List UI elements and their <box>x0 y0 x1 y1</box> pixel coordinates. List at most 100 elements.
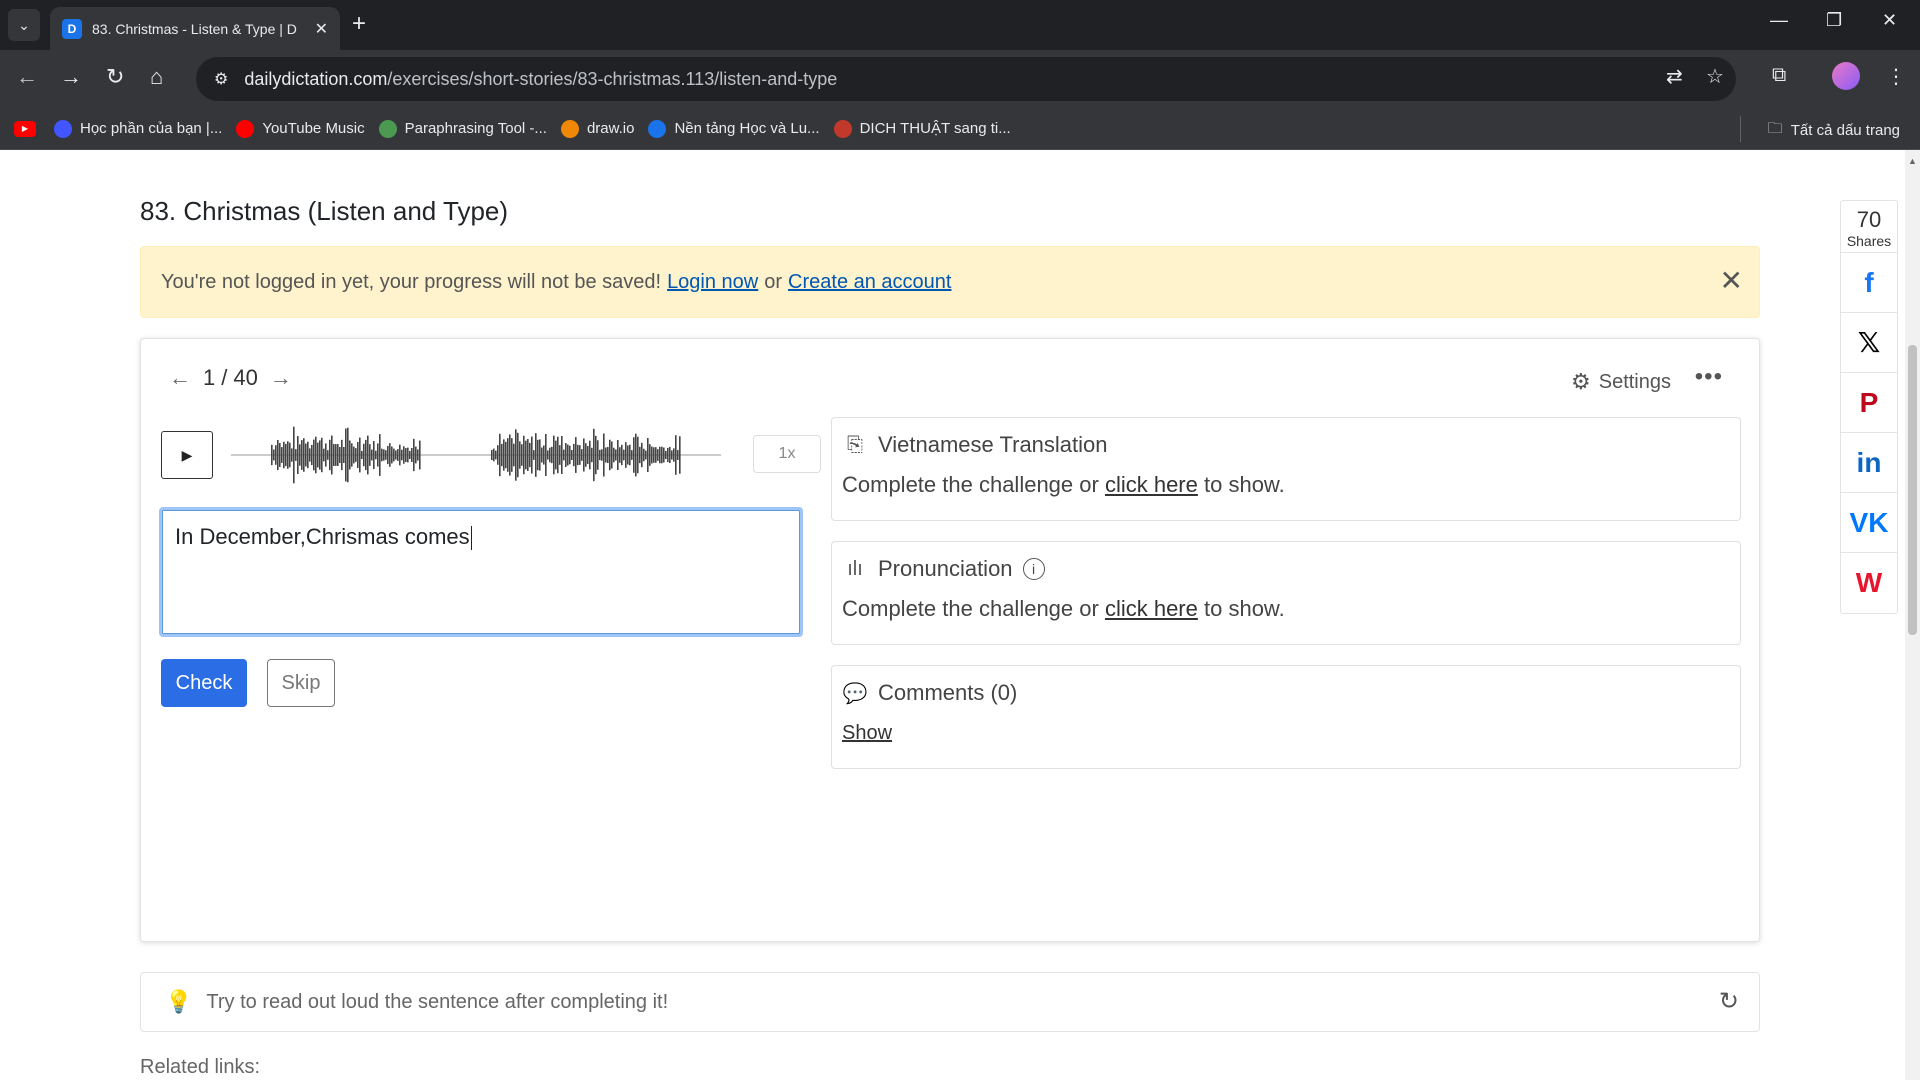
waveform-bar <box>277 439 279 471</box>
audio-player: ▶ 1x <box>161 426 821 484</box>
weibo-icon[interactable]: W <box>1841 553 1897 613</box>
waveform-bar <box>307 441 309 469</box>
bookmark-item[interactable]: draw.io <box>560 119 635 138</box>
browser-tab-active[interactable]: D 83. Christmas - Listen & Type | D ✕ <box>50 7 340 50</box>
waveform-bar <box>387 445 389 465</box>
quillbot-icon <box>378 119 397 138</box>
waveform-bar <box>399 444 401 466</box>
waveform-bar <box>405 448 407 462</box>
create-account-link[interactable]: Create an account <box>788 271 951 294</box>
waveform-bar <box>383 449 385 461</box>
tip-box: 💡 Try to read out loud the sentence afte… <box>140 972 1760 1032</box>
check-button[interactable]: Check <box>161 659 247 707</box>
show-comments-link[interactable]: Show <box>842 722 892 744</box>
page-scrollbar[interactable]: ▲ <box>1905 150 1920 1080</box>
waveform-bar <box>333 444 335 466</box>
waveform-bar <box>337 444 339 466</box>
waveform-bar <box>507 438 509 472</box>
playback-speed-button[interactable]: 1x <box>753 435 821 473</box>
bookmarks-bar: ▶ Học phần của bạn |... YouTube Music Parap… <box>0 108 1920 150</box>
back-icon[interactable]: ← <box>16 64 38 90</box>
bookmark-item[interactable]: Học phần của bạn |... <box>54 119 222 138</box>
waveform-bar <box>563 449 565 461</box>
settings-button[interactable]: ⚙ Settings <box>1571 369 1671 395</box>
forward-icon[interactable]: → <box>60 64 82 90</box>
waveform-bar <box>343 447 345 463</box>
tab-title: 83. Christmas - Listen & Type | D <box>92 20 297 37</box>
translate-page-icon[interactable]: ⇄ <box>1666 64 1683 89</box>
waveform-bar <box>411 448 413 462</box>
minimize-icon[interactable]: — <box>1770 10 1788 31</box>
bookmark-item[interactable]: Paraphrasing Tool -... <box>378 119 547 138</box>
bookmark-item[interactable]: DICH THUẬT sang ti... <box>833 119 1011 138</box>
bookmark-item[interactable]: YouTube Music <box>236 119 365 138</box>
reload-icon[interactable]: ↻ <box>106 64 124 90</box>
waveform-bar <box>493 448 495 462</box>
waveform-bar <box>413 438 415 472</box>
waveform-bar <box>275 445 277 465</box>
waveform-bar <box>393 448 395 462</box>
waveform-bar <box>669 446 671 464</box>
facebook-icon[interactable]: f <box>1841 253 1897 313</box>
pinterest-icon[interactable]: P <box>1841 373 1897 433</box>
waveform-bar <box>595 435 597 475</box>
waveform-bar <box>625 442 627 468</box>
close-alert-icon[interactable]: ✕ <box>1720 267 1743 295</box>
pronunciation-panel: ılı Pronunciation i Complete the challenge… <box>831 541 1741 645</box>
waveform-bar <box>345 428 347 482</box>
platform-icon <box>648 119 667 138</box>
waveform-bar <box>311 444 313 466</box>
home-icon[interactable]: ⌂ <box>150 64 163 90</box>
x-twitter-icon[interactable]: 𝕏 <box>1841 313 1897 373</box>
waveform-bar <box>495 450 497 460</box>
translate-icon: ⎘ <box>847 433 863 456</box>
browser-menu-icon[interactable]: ⋮ <box>1886 64 1906 89</box>
scroll-up-icon[interactable]: ▲ <box>1908 156 1917 166</box>
address-bar[interactable]: ⚙ dailydictation.com/exercises/short-sto… <box>196 57 1736 101</box>
waveform-bar <box>371 449 373 461</box>
restore-icon[interactable]: ❐ <box>1826 10 1842 31</box>
waveform-bar <box>509 434 511 476</box>
scrollbar-thumb[interactable] <box>1908 345 1917 635</box>
share-count-number: 70 <box>1856 207 1882 232</box>
new-tab-icon[interactable]: + <box>352 10 366 38</box>
extensions-icon[interactable]: ⧉ <box>1772 64 1786 87</box>
prev-sentence-icon[interactable]: ← <box>169 365 191 391</box>
tab-search-button[interactable]: ⌄ <box>8 9 40 41</box>
tab-close-icon[interactable]: ✕ <box>315 19 328 39</box>
waveform-bar <box>553 435 555 475</box>
next-sentence-icon[interactable]: → <box>270 365 292 391</box>
vk-icon[interactable]: VK <box>1841 493 1897 553</box>
bookmark-item[interactable]: ▶ <box>14 120 44 137</box>
site-info-icon[interactable]: ⚙ <box>214 69 228 89</box>
waveform-bar <box>419 440 421 470</box>
waveform-bar <box>331 435 333 475</box>
waveform-bar <box>637 436 639 474</box>
waveform-bar <box>521 444 523 466</box>
more-options-icon[interactable]: ••• <box>1695 363 1723 391</box>
translation-show-link[interactable]: click here <box>1105 472 1198 497</box>
bookmark-label: Paraphrasing Tool -... <box>404 120 547 137</box>
skip-button[interactable]: Skip <box>267 659 335 707</box>
window-close-icon[interactable]: ✕ <box>1882 10 1897 31</box>
login-link[interactable]: Login now <box>667 271 758 294</box>
refresh-tip-icon[interactable]: ↻ <box>1719 987 1739 1016</box>
waveform-bar <box>409 450 411 460</box>
waveform-bar <box>379 434 381 476</box>
bookmark-label: draw.io <box>586 120 635 137</box>
play-button[interactable]: ▶ <box>161 431 213 479</box>
waveform-bar <box>577 444 579 466</box>
bookmark-star-icon[interactable]: ☆ <box>1706 64 1724 89</box>
waveform-bar <box>629 444 631 466</box>
waveform-bar <box>587 446 589 464</box>
bookmark-item[interactable]: Nền tảng Học và Lu... <box>648 119 820 138</box>
all-bookmarks-folder[interactable]: 🗀 Tất cả dấu trang <box>1768 118 1900 143</box>
waveform-bar <box>347 427 349 483</box>
waveform-bar <box>285 443 287 467</box>
audio-waveform[interactable] <box>231 419 721 491</box>
profile-avatar[interactable] <box>1832 62 1860 90</box>
answer-textarea[interactable]: In December,Chrismas comes <box>159 507 803 637</box>
linkedin-icon[interactable]: in <box>1841 433 1897 493</box>
info-icon[interactable]: i <box>1022 558 1045 580</box>
pronunciation-show-link[interactable]: click here <box>1105 596 1198 621</box>
